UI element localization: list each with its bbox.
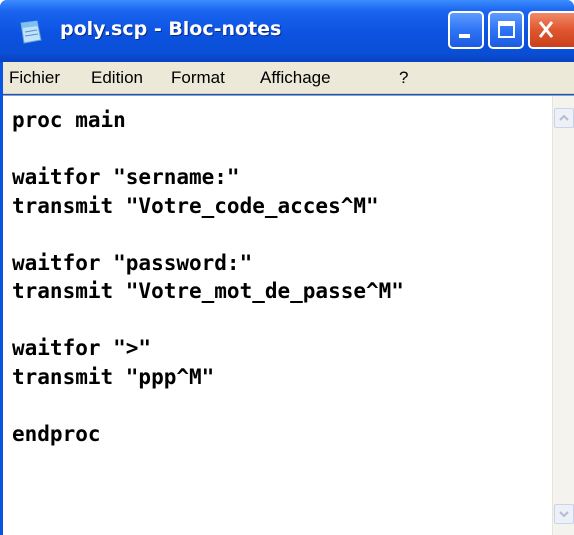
maximize-button[interactable] <box>488 11 524 49</box>
menu-edition[interactable]: Edition <box>91 68 143 88</box>
menu-help[interactable]: ? <box>399 68 408 88</box>
minimize-button[interactable] <box>448 11 484 49</box>
chevron-up-icon <box>559 114 569 121</box>
vertical-scrollbar[interactable] <box>552 96 574 535</box>
close-button[interactable] <box>528 11 574 49</box>
window-title: poly.scp - Bloc-notes <box>60 18 282 40</box>
menu-bar: Fichier Edition Format Affichage ? <box>3 62 574 94</box>
scroll-down-button[interactable] <box>554 504 574 524</box>
close-icon <box>538 21 554 38</box>
minimize-icon <box>459 34 470 38</box>
menu-fichier[interactable]: Fichier <box>9 68 60 88</box>
notepad-window: poly.scp - Bloc-notes Fichier Edition Fo… <box>0 0 574 535</box>
chevron-down-icon <box>559 511 569 518</box>
scroll-up-button[interactable] <box>554 108 574 128</box>
menu-format[interactable]: Format <box>171 68 225 88</box>
editor-content[interactable]: proc main waitfor "sername:" transmit "V… <box>12 106 404 448</box>
text-editor[interactable]: proc main waitfor "sername:" transmit "V… <box>3 95 574 535</box>
notepad-icon[interactable] <box>18 20 44 44</box>
title-bar[interactable]: poly.scp - Bloc-notes <box>0 0 574 62</box>
menu-affichage[interactable]: Affichage <box>260 68 331 88</box>
maximize-icon <box>498 21 515 38</box>
